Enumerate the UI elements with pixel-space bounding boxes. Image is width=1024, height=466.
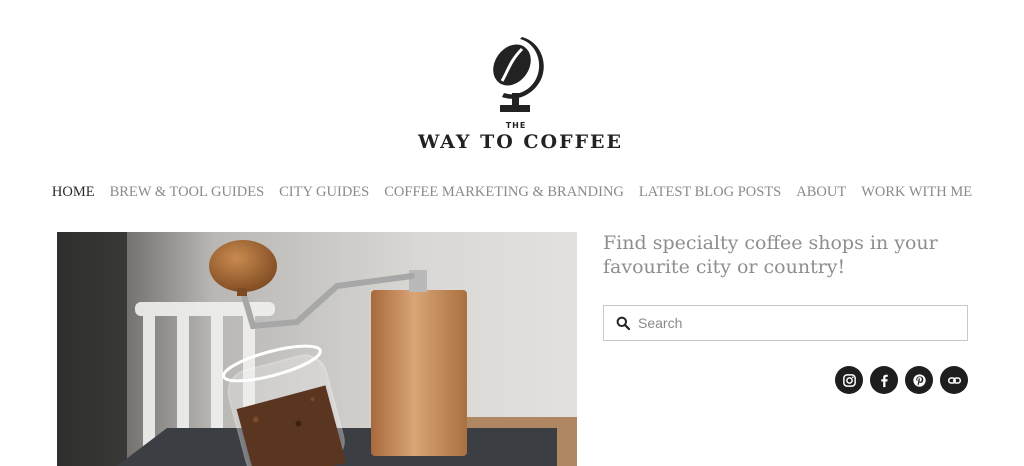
nav-home[interactable]: HOME — [52, 184, 95, 201]
search-input[interactable] — [638, 306, 958, 340]
tagline: Find specialty coffee shops in your favo… — [603, 232, 938, 278]
nav-brew-tool-guides[interactable]: BREW & TOOL GUIDES — [110, 184, 265, 201]
link-icon — [947, 376, 961, 384]
pinterest-icon — [912, 373, 926, 387]
search-box[interactable] — [603, 305, 968, 341]
nav-coffee-marketing-branding[interactable]: COFFEE MARKETING & BRANDING — [384, 184, 624, 201]
logo-small-text: THE — [505, 121, 527, 130]
nav-about[interactable]: ABOUT — [796, 184, 846, 201]
pinterest-link[interactable] — [905, 366, 933, 394]
coffee-grinder-illustration — [57, 232, 577, 466]
site-logo[interactable]: THE WAY TO COFFEE — [418, 35, 624, 155]
globe-bean-logo-icon — [493, 37, 544, 112]
search-icon — [616, 316, 630, 330]
main-nav: HOME BREW & TOOL GUIDES CITY GUIDES COFF… — [0, 184, 1024, 201]
facebook-link[interactable] — [870, 366, 898, 394]
instagram-icon — [842, 373, 856, 387]
social-links — [835, 366, 968, 394]
website-link[interactable] — [940, 366, 968, 394]
hero-image-coffee-grinder[interactable] — [57, 232, 577, 466]
nav-work-with-me[interactable]: WORK WITH ME — [861, 184, 972, 201]
instagram-link[interactable] — [835, 366, 863, 394]
nav-city-guides[interactable]: CITY GUIDES — [279, 184, 369, 201]
facebook-icon — [880, 374, 888, 387]
nav-latest-blog-posts[interactable]: LATEST BLOG POSTS — [639, 184, 781, 201]
logo-wordmark: WAY TO COFFEE — [418, 131, 624, 153]
